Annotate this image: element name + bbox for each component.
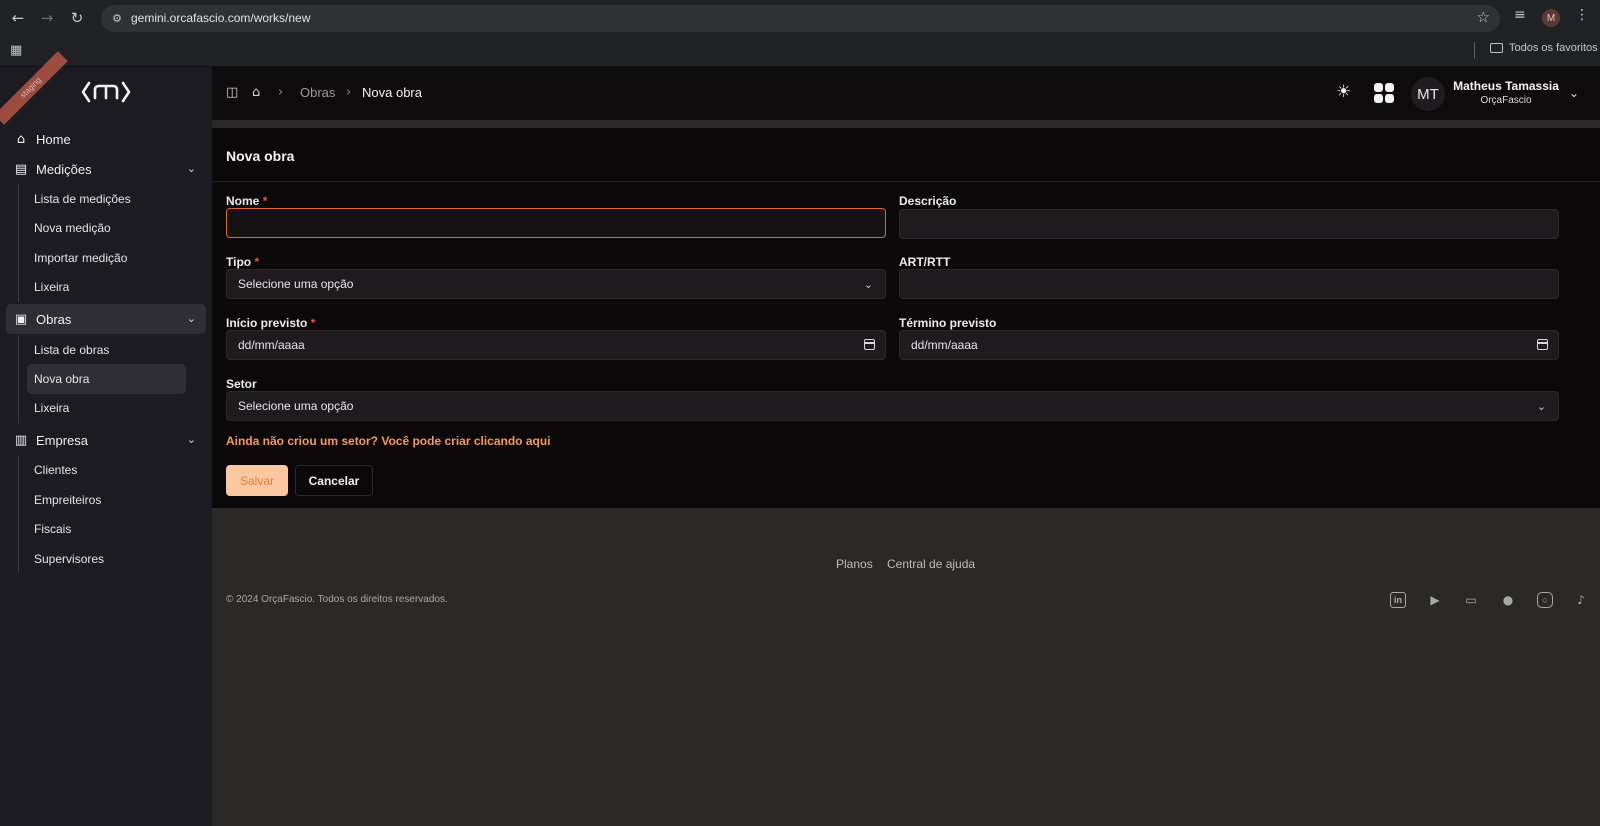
theme-toggle-icon[interactable]: ☀ — [1336, 82, 1351, 102]
breadcrumb-obras[interactable]: Obras — [300, 85, 335, 100]
submenu-guide-line — [18, 184, 19, 302]
submenu-guide-line — [18, 335, 19, 423]
chevron-down-icon: ⌄ — [186, 312, 196, 325]
create-sector-link[interactable]: Ainda não criou um setor? Você pode cria… — [226, 434, 551, 448]
art-field[interactable] — [899, 269, 1559, 299]
inicio-date-value: dd/mm/aaaa — [238, 338, 305, 352]
art-label: ART/RTT — [899, 255, 951, 269]
chevron-down-icon: ⌄ — [186, 162, 196, 175]
calendar-icon[interactable] — [864, 339, 875, 350]
sidebar-subitem-nova-medicao[interactable]: Nova medição — [27, 213, 186, 243]
url-text: gemini.orcafascio.com/works/new — [131, 11, 311, 25]
chevron-down-icon: ⌄ — [186, 433, 196, 446]
breadcrumb-current: Nova obra — [362, 85, 422, 100]
sidebar-subitem-lixeira-medicoes[interactable]: Lixeira — [27, 272, 186, 302]
chevron-right-icon: › — [278, 85, 284, 100]
bookmarks-bar: ▦ Todos os favoritos — [0, 36, 1600, 67]
facebook-icon[interactable]: ● — [1500, 592, 1516, 608]
app-logo[interactable] — [80, 77, 132, 107]
setor-select-value: Selecione uma opção — [238, 399, 354, 413]
calendar-icon[interactable] — [1537, 339, 1548, 350]
profile-avatar[interactable]: M — [1542, 9, 1560, 27]
page-title: Nova obra — [226, 148, 295, 164]
cancel-button[interactable]: Cancelar — [295, 465, 373, 496]
apps-menu-icon[interactable] — [1374, 83, 1394, 103]
address-bar[interactable]: ⚙ gemini.orcafascio.com/works/new ☆ — [101, 5, 1500, 32]
inicio-date-field[interactable]: dd/mm/aaaa — [226, 330, 886, 360]
site-info-icon[interactable]: ⚙ — [109, 10, 125, 26]
form-card: Nova obra Nome * Descrição Tipo * Seleci… — [212, 128, 1600, 508]
sidebar-item-label: Empresa — [36, 432, 89, 448]
sidebar-subitem-fiscais[interactable]: Fiscais — [27, 514, 186, 544]
nome-label: Nome * — [226, 194, 268, 208]
forward-icon[interactable]: → — [36, 7, 58, 29]
bookmark-folder-all[interactable]: Todos os favoritos — [1490, 42, 1598, 54]
menu-kebab-icon[interactable]: ⋮ — [1575, 7, 1589, 23]
tipo-select-value: Selecione uma opção — [238, 277, 354, 291]
app-header: ◫ ⌂ › Obras › Nova obra ☀ MT Matheus Tam… — [212, 67, 1600, 120]
chevron-down-icon[interactable]: ⌄ — [1569, 86, 1579, 100]
tipo-label: Tipo * — [226, 255, 260, 269]
chevron-down-icon: ⌄ — [863, 278, 873, 291]
linkedin-icon[interactable]: in — [1390, 592, 1406, 608]
user-name[interactable]: Matheus Tamassia — [1450, 79, 1562, 93]
sidebar: staging ⌂ Home ▤ Medições ⌄ Lista de med… — [0, 51, 212, 826]
sidebar-subitem-importar-medicao[interactable]: Importar medição — [27, 243, 186, 273]
sidebar-subitem-lista-obras[interactable]: Lista de obras — [27, 335, 186, 365]
sidebar-item-medicoes[interactable]: ▤ Medições ⌄ — [6, 154, 206, 184]
browser-toolbar: ← → ↻ ⚙ gemini.orcafascio.com/works/new … — [0, 0, 1600, 36]
chevron-down-icon: ⌄ — [1536, 400, 1546, 413]
sidebar-item-home[interactable]: ⌂ Home — [6, 124, 206, 154]
descricao-label: Descrição — [899, 194, 957, 208]
avatar[interactable]: MT — [1411, 77, 1445, 111]
save-button[interactable]: Salvar — [226, 465, 288, 496]
instagram-icon[interactable]: ○ — [1537, 592, 1553, 608]
termino-label: Término previsto — [899, 316, 997, 330]
youtube-icon[interactable]: ▭ — [1463, 592, 1479, 608]
footer-link-planos[interactable]: Planos — [836, 557, 873, 571]
setor-select[interactable]: Selecione uma opção ⌄ — [226, 391, 1559, 421]
sidebar-subitem-empreiteiros[interactable]: Empreiteiros — [27, 485, 186, 515]
home-icon: ⌂ — [16, 131, 26, 147]
bookmarks-divider — [1474, 42, 1475, 59]
sidebar-item-label: Home — [36, 131, 71, 147]
copyright: © 2024 OrçaFascio. Todos os direitos res… — [226, 594, 448, 605]
nome-field[interactable] — [226, 208, 886, 238]
tiktok-icon[interactable]: ♪ — [1573, 592, 1589, 608]
sidebar-subitem-clientes[interactable]: Clientes — [27, 455, 186, 485]
sidebar-subitem-lista-medicoes[interactable]: Lista de medições — [27, 184, 186, 214]
bookmark-folder-label: Todos os favoritos — [1509, 42, 1598, 54]
back-icon[interactable]: ← — [7, 7, 29, 29]
inicio-label: Início previsto * — [226, 316, 316, 330]
sidebar-item-label: Medições — [36, 161, 92, 177]
descricao-field[interactable] — [899, 209, 1559, 239]
sidebar-subitem-nova-obra[interactable]: Nova obra — [27, 364, 186, 394]
reload-icon[interactable]: ↻ — [66, 7, 88, 29]
briefcase-icon: ▣ — [14, 311, 28, 327]
google-play-icon[interactable]: ▶ — [1427, 592, 1443, 608]
submenu-guide-line — [18, 455, 19, 573]
tipo-select[interactable]: Selecione uma opção ⌄ — [226, 269, 886, 299]
home-icon[interactable]: ⌂ — [252, 85, 260, 100]
sidebar-item-label: Obras — [36, 311, 72, 327]
user-org: OrçaFascio — [1480, 95, 1532, 106]
sidebar-subitem-supervisores[interactable]: Supervisores — [27, 544, 186, 574]
sidebar-toggle-icon[interactable]: ◫ — [226, 85, 238, 100]
bookmark-star-icon[interactable]: ☆ — [1477, 8, 1490, 26]
sidebar-subitem-lixeira-obras[interactable]: Lixeira — [27, 393, 186, 423]
termino-date-value: dd/mm/aaaa — [911, 338, 978, 352]
apps-grid-icon[interactable]: ▦ — [10, 43, 22, 58]
folder-icon — [1490, 43, 1503, 53]
reading-list-icon[interactable]: ≡ — [1514, 7, 1526, 23]
sidebar-item-empresa[interactable]: ▥ Empresa ⌄ — [6, 425, 206, 455]
sidebar-item-obras[interactable]: ▣ Obras ⌄ — [6, 304, 206, 334]
chevron-right-icon: › — [346, 85, 352, 100]
building-icon: ▥ — [14, 432, 28, 448]
calculator-icon: ▤ — [14, 161, 28, 177]
setor-label: Setor — [226, 377, 257, 391]
termino-date-field[interactable]: dd/mm/aaaa — [899, 330, 1559, 360]
footer-link-ajuda[interactable]: Central de ajuda — [887, 557, 975, 571]
divider — [212, 181, 1600, 182]
